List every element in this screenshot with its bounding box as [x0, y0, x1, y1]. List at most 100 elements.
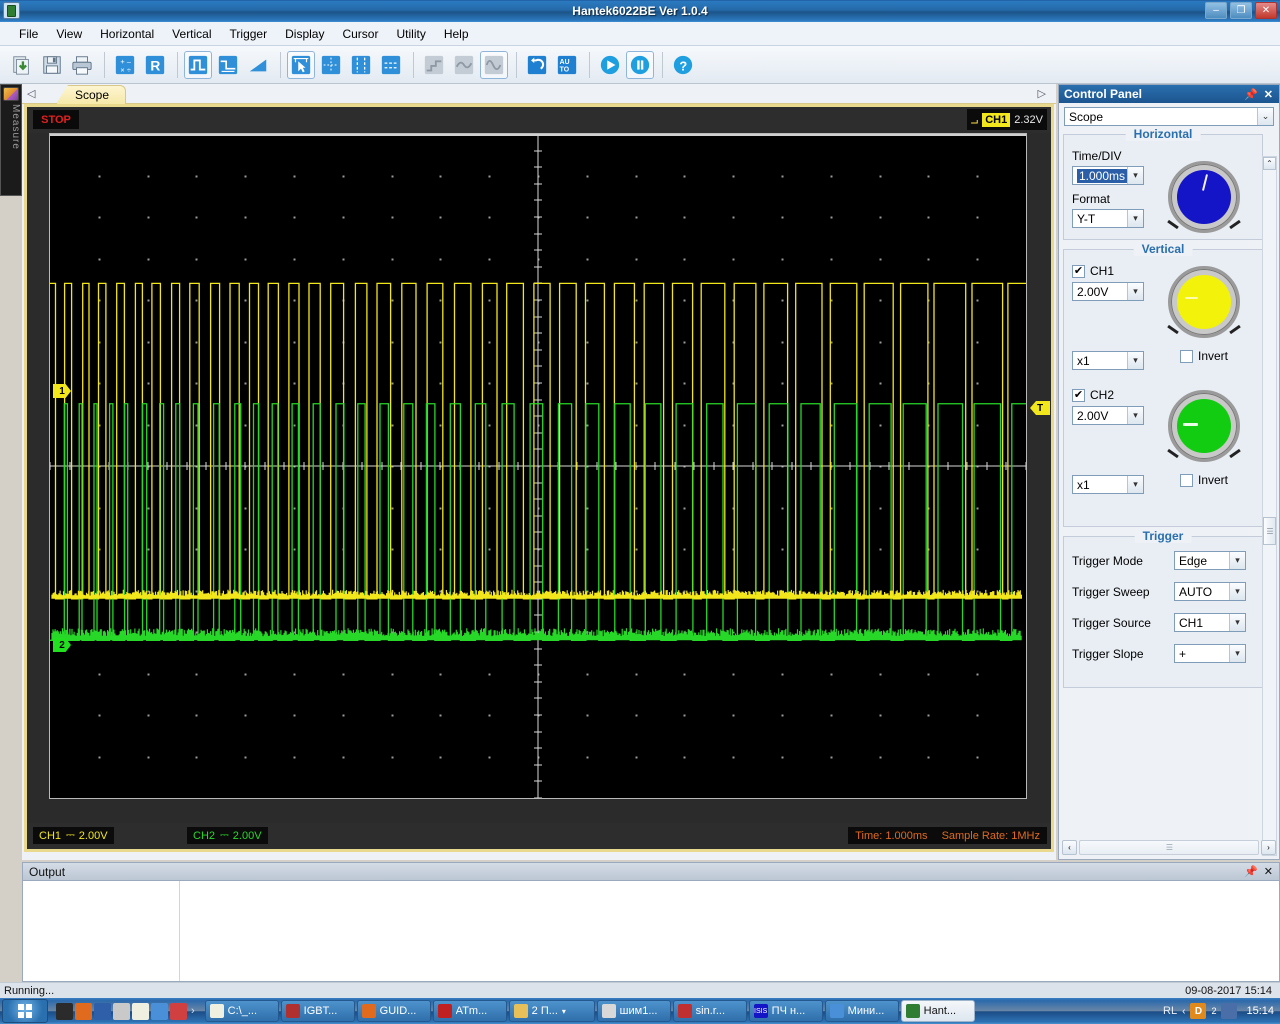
ch1-position-knob[interactable]	[1168, 266, 1240, 338]
chevron-down-icon[interactable]: ⌄	[1257, 108, 1273, 125]
format-select[interactable]: Y-T ▾	[1072, 209, 1144, 228]
trigger-mode-select[interactable]: Edge ▾	[1174, 551, 1246, 570]
minimize-button[interactable]: –	[1205, 2, 1227, 19]
scroll-thumb[interactable]: ☰	[1263, 517, 1276, 545]
quicklaunch-expand-icon[interactable]: ›	[191, 1005, 195, 1017]
chevron-down-icon[interactable]: ▾	[1127, 476, 1143, 493]
quicklaunch-app-7-icon[interactable]	[170, 1003, 187, 1020]
taskbar-item-3[interactable]: ATm...	[433, 1000, 507, 1022]
language-indicator[interactable]: RL	[1163, 1005, 1177, 1017]
maximize-button[interactable]: ❐	[1230, 2, 1252, 19]
menu-item-trigger[interactable]: Trigger	[221, 24, 277, 44]
trigger-position-marker[interactable]: T	[1030, 401, 1050, 415]
cursor-select-icon[interactable]	[287, 51, 315, 79]
quicklaunch-app-1-icon[interactable]	[56, 1003, 73, 1020]
ch2-position-knob[interactable]	[1168, 390, 1240, 462]
taskbar-item-5[interactable]: шим1...	[597, 1000, 671, 1022]
menu-item-view[interactable]: View	[47, 24, 91, 44]
chevron-down-icon[interactable]: ▾	[1229, 614, 1245, 631]
taskbar-group-chevron-icon[interactable]: ▾	[562, 1007, 566, 1016]
autoset-icon[interactable]: AUTO	[553, 51, 581, 79]
hscroll-thumb[interactable]: ☰	[1079, 840, 1259, 855]
print-icon[interactable]	[68, 51, 96, 79]
reference-icon[interactable]: R	[141, 51, 169, 79]
control-panel-scrollbar[interactable]: ⌃ ☰	[1262, 156, 1277, 856]
chevron-down-icon[interactable]: ▾	[1127, 210, 1143, 227]
menu-item-display[interactable]: Display	[276, 24, 333, 44]
ch1-enable-checkbox[interactable]: ✔	[1072, 265, 1085, 278]
quicklaunch-pencil-icon[interactable]	[113, 1003, 130, 1020]
ch2-voltdiv-select[interactable]: 2.00V ▾	[1072, 406, 1144, 425]
pin-icon[interactable]: 📌	[1244, 865, 1258, 878]
open-icon[interactable]	[8, 51, 36, 79]
ch1-invert-row[interactable]: Invert	[1154, 349, 1254, 363]
ch2-invert-row[interactable]: Invert	[1154, 473, 1254, 487]
run-icon[interactable]	[596, 51, 624, 79]
measure-dock-tab[interactable]: Measure	[0, 84, 22, 196]
chevron-down-icon[interactable]: ▾	[1127, 283, 1143, 300]
trigger-source-select[interactable]: CH1 ▾	[1174, 613, 1246, 632]
menu-item-cursor[interactable]: Cursor	[333, 24, 387, 44]
panel-mode-select[interactable]: Scope ⌄	[1064, 107, 1274, 126]
ch2-enable-checkbox[interactable]: ✔	[1072, 389, 1085, 402]
ch1-enable-row[interactable]: ✔ CH1	[1072, 264, 1154, 278]
tray-orange-icon[interactable]: D	[1190, 1003, 1206, 1019]
ch2-enable-row[interactable]: ✔ CH2	[1072, 388, 1154, 402]
ch2-invert-checkbox[interactable]	[1180, 474, 1193, 487]
ch1-voltdiv-select[interactable]: 2.00V ▾	[1072, 282, 1144, 301]
quicklaunch-firefox-icon[interactable]	[75, 1003, 92, 1020]
taskbar-item-0[interactable]: C:\_...	[205, 1000, 279, 1022]
tray-expand-icon[interactable]: ‹	[1182, 1006, 1185, 1017]
menu-item-file[interactable]: File	[10, 24, 47, 44]
timediv-select[interactable]: 1.000ms ▾	[1072, 166, 1144, 185]
taskbar-item-4[interactable]: 2 П...▾	[509, 1000, 595, 1022]
taskbar-item-1[interactable]: IGBT...	[281, 1000, 355, 1022]
measure-icon[interactable]	[214, 51, 242, 79]
square-wave-icon[interactable]	[184, 51, 212, 79]
horizontal-position-knob[interactable]	[1168, 161, 1240, 233]
chevron-down-icon[interactable]: ▾	[1127, 407, 1143, 424]
menu-item-help[interactable]: Help	[435, 24, 478, 44]
quicklaunch-app-6-icon[interactable]	[151, 1003, 168, 1020]
hscroll-left-button[interactable]: ‹	[1062, 840, 1077, 855]
ch1-invert-checkbox[interactable]	[1180, 350, 1193, 363]
control-panel-hscrollbar[interactable]: ‹ ☰ ›	[1062, 839, 1276, 856]
cursor-horizontal-icon[interactable]	[377, 51, 405, 79]
help-icon[interactable]: ?	[669, 51, 697, 79]
quicklaunch-save-icon[interactable]	[94, 1003, 111, 1020]
undo-icon[interactable]	[523, 51, 551, 79]
math-icon[interactable]: +–×÷	[111, 51, 139, 79]
taskbar-item-8[interactable]: Мини...	[825, 1000, 899, 1022]
pause-icon[interactable]	[626, 51, 654, 79]
ramp-icon[interactable]	[244, 51, 272, 79]
tab-nav-left-icon[interactable]: ◁	[27, 87, 35, 100]
hscroll-right-button[interactable]: ›	[1261, 840, 1276, 855]
cursor-cross-icon[interactable]	[317, 51, 345, 79]
close-button[interactable]: ✕	[1255, 2, 1277, 19]
close-icon[interactable]: ✕	[1264, 865, 1273, 878]
ch1-probe-select[interactable]: x1 ▾	[1072, 351, 1144, 370]
taskbar-item-6[interactable]: sin.r...	[673, 1000, 747, 1022]
chevron-down-icon[interactable]: ▾	[1127, 167, 1143, 184]
chevron-down-icon[interactable]: ▾	[1229, 583, 1245, 600]
cursor-vertical-icon[interactable]	[347, 51, 375, 79]
chevron-down-icon[interactable]: ▾	[1229, 552, 1245, 569]
menu-item-horizontal[interactable]: Horizontal	[91, 24, 163, 44]
pin-icon[interactable]: 📌	[1244, 88, 1258, 101]
menu-item-utility[interactable]: Utility	[387, 24, 434, 44]
save-icon[interactable]	[38, 51, 66, 79]
menu-item-vertical[interactable]: Vertical	[163, 24, 220, 44]
quicklaunch-notepad-icon[interactable]	[132, 1003, 149, 1020]
close-icon[interactable]: ✕	[1264, 88, 1273, 101]
taskbar-item-2[interactable]: GUID...	[357, 1000, 431, 1022]
chevron-down-icon[interactable]: ▾	[1229, 645, 1245, 662]
waveform-display[interactable]: 1 2	[49, 133, 1027, 799]
taskbar-item-7[interactable]: ISISПЧ н...	[749, 1000, 823, 1022]
tab-scope[interactable]: Scope	[56, 85, 126, 104]
trigger-slope-select[interactable]: + ▾	[1174, 644, 1246, 663]
ch2-probe-select[interactable]: x1 ▾	[1072, 475, 1144, 494]
taskbar-item-hantek[interactable]: Hant...	[901, 1000, 975, 1022]
tab-nav-right-icon[interactable]: ▷	[1038, 87, 1046, 100]
scroll-up-button[interactable]: ⌃	[1263, 157, 1276, 170]
start-button[interactable]	[2, 999, 48, 1023]
